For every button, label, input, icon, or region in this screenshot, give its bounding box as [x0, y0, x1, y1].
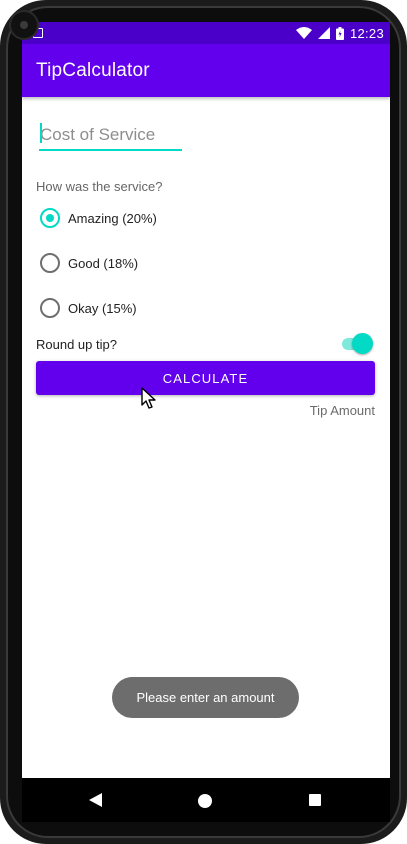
switch-thumb[interactable] — [352, 333, 373, 354]
signal-icon — [317, 27, 330, 39]
battery-icon — [335, 26, 344, 40]
round-up-switch[interactable] — [340, 333, 374, 355]
radio-amazing[interactable]: Amazing (20%) — [40, 208, 157, 228]
cost-of-service-field[interactable] — [39, 121, 182, 151]
radio-good[interactable]: Good (18%) — [40, 253, 138, 273]
radio-button-unchecked[interactable] — [40, 253, 60, 273]
recents-icon[interactable] — [309, 794, 321, 806]
cost-of-service-input[interactable] — [39, 125, 182, 149]
wifi-icon — [295, 27, 312, 39]
radio-label-good: Good (18%) — [68, 255, 139, 271]
radio-label-okay: Okay (15%) — [68, 300, 137, 316]
camera-icon — [11, 12, 37, 38]
app-bar: TipCalculator — [22, 44, 390, 97]
toast-message: Please enter an amount — [112, 677, 299, 718]
calculate-button[interactable]: CALCULATE — [36, 361, 375, 395]
radio-button-checked[interactable] — [40, 208, 60, 228]
service-question-label: How was the service? — [36, 179, 163, 194]
tip-amount-label: Tip Amount — [309, 403, 375, 418]
text-cursor — [40, 123, 42, 143]
screen: 12:23 TipCalculator How was the service?… — [22, 22, 390, 822]
status-bar: 12:23 — [22, 22, 390, 44]
main-content: How was the service? Amazing (20%) Good … — [22, 97, 390, 778]
radio-button-unchecked[interactable] — [40, 298, 60, 318]
status-time: 12:23 — [349, 25, 384, 41]
radio-label-amazing: Amazing (20%) — [68, 210, 157, 226]
mouse-pointer-icon — [141, 387, 156, 409]
app-title: TipCalculator — [36, 59, 150, 81]
radio-okay[interactable]: Okay (15%) — [40, 298, 137, 318]
round-up-label: Round up tip? — [36, 337, 117, 352]
navigation-bar — [22, 778, 390, 822]
back-icon[interactable] — [89, 793, 103, 807]
home-icon[interactable] — [198, 794, 212, 808]
phone-frame: 12:23 TipCalculator How was the service?… — [0, 0, 407, 844]
